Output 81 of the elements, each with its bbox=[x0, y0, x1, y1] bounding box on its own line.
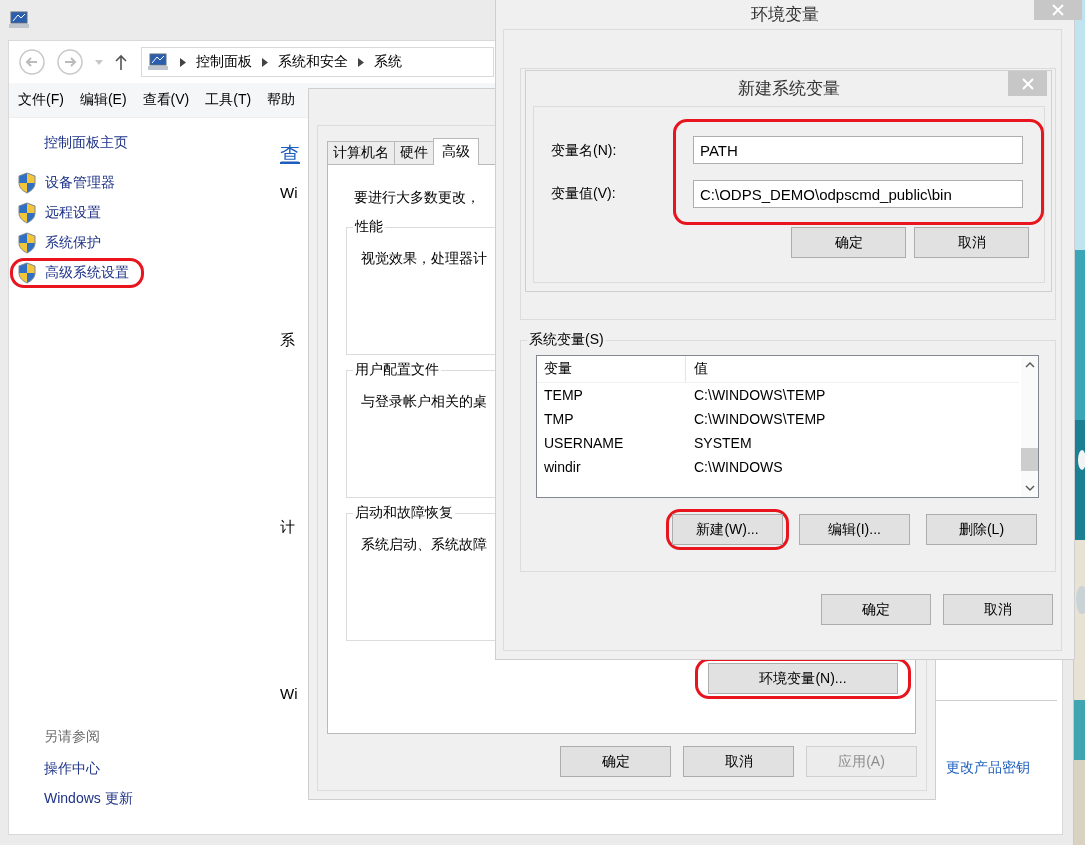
dropdown-caret-icon[interactable] bbox=[95, 59, 103, 65]
field-label: 变量值(V): bbox=[551, 184, 617, 203]
breadcrumb-item[interactable]: 系统 bbox=[374, 53, 402, 71]
close-button[interactable] bbox=[1034, 0, 1082, 20]
sidebar-link[interactable]: 远程设置 bbox=[45, 204, 101, 222]
product-key-link[interactable]: 更改产品密钥 bbox=[946, 759, 1030, 777]
group-description: 系统启动、系统故障 bbox=[361, 536, 487, 554]
column-header[interactable]: 值 bbox=[686, 360, 708, 378]
close-icon bbox=[1052, 4, 1064, 16]
scrollbar-thumb[interactable] bbox=[1021, 448, 1038, 471]
group-title: 用户配置文件 bbox=[353, 361, 441, 379]
sidebar-link[interactable]: 控制面板主页 bbox=[44, 134, 128, 152]
group-title: 系统变量(S) bbox=[527, 331, 606, 349]
scrollbar[interactable] bbox=[1021, 356, 1038, 497]
dialog-button[interactable]: 取消 bbox=[914, 227, 1029, 258]
sidebar-link[interactable]: 系统保护 bbox=[45, 234, 101, 252]
table-cell-text: TMP bbox=[543, 411, 575, 427]
window-title: 环境变量 bbox=[751, 4, 819, 26]
sidebar-link[interactable]: Windows 更新 bbox=[44, 790, 133, 808]
group-description: 视觉效果，处理器计 bbox=[361, 250, 487, 268]
table-cell-text: SYSTEM bbox=[693, 435, 752, 451]
shield-icon bbox=[17, 262, 37, 284]
table-cell-text: TEMP bbox=[543, 387, 584, 403]
table-cell-text: windir bbox=[543, 459, 582, 475]
chevron-icon bbox=[358, 57, 364, 67]
dialog-button[interactable]: 取消 bbox=[943, 594, 1053, 625]
scroll-up-icon[interactable] bbox=[1024, 362, 1035, 368]
body-text: 系 bbox=[280, 331, 295, 350]
up-arrow-icon[interactable] bbox=[115, 54, 127, 70]
breadcrumb-item[interactable]: 系统和安全 bbox=[278, 53, 348, 71]
menu-item[interactable]: 查看(V) bbox=[142, 89, 190, 111]
scroll-down-icon[interactable] bbox=[1024, 485, 1035, 491]
chevron-icon bbox=[262, 57, 268, 67]
body-text: Wi bbox=[280, 184, 298, 201]
sidebar-link[interactable]: 高级系统设置 bbox=[45, 264, 129, 282]
table-cell-text: USERNAME bbox=[543, 435, 625, 451]
tab[interactable]: 高级 bbox=[433, 138, 479, 165]
column-header[interactable]: 变量 bbox=[537, 356, 686, 382]
table-cell-text: C:\WINDOWS bbox=[693, 459, 783, 475]
table-cell-text: C:\WINDOWS\TEMP bbox=[693, 387, 826, 403]
tab[interactable]: 计算机名 bbox=[327, 141, 395, 164]
menu-item[interactable]: 编辑(E) bbox=[79, 89, 127, 111]
instruction-text: 要进行大多数更改， bbox=[354, 189, 480, 207]
breadcrumb-item[interactable]: 控制面板 bbox=[196, 53, 252, 71]
close-icon bbox=[1021, 77, 1034, 90]
computer-icon bbox=[9, 11, 31, 29]
section-heading: 另请参阅 bbox=[44, 728, 100, 746]
table-cell-text: C:\WINDOWS\TEMP bbox=[693, 411, 826, 427]
computer-icon bbox=[148, 53, 170, 71]
dialog-button[interactable]: 新建(W)... bbox=[672, 514, 783, 545]
dialog-button[interactable]: 删除(L) bbox=[926, 514, 1037, 545]
group-title: 性能 bbox=[353, 218, 385, 236]
field-label: 变量名(N): bbox=[551, 141, 618, 160]
tab[interactable]: 硬件 bbox=[394, 141, 434, 164]
dialog-button[interactable]: 取消 bbox=[683, 746, 794, 777]
dialog-button[interactable]: 确定 bbox=[560, 746, 671, 777]
dialog-title: 新建系统变量 bbox=[737, 78, 840, 100]
menu-item[interactable]: 文件(F) bbox=[18, 89, 64, 111]
sidebar-link[interactable]: 操作中心 bbox=[44, 760, 100, 778]
chevron-icon bbox=[180, 57, 186, 67]
forward-button[interactable] bbox=[57, 49, 83, 75]
address-bar[interactable]: 控制面板 系统和安全 系统 bbox=[141, 47, 494, 77]
back-button[interactable] bbox=[19, 49, 45, 75]
input-field[interactable]: C:\ODPS_DEMO\odpscmd_public\bin bbox=[693, 180, 1023, 208]
dialog-button[interactable]: 编辑(I)... bbox=[799, 514, 910, 545]
shield-icon bbox=[17, 232, 37, 254]
group-description: 与登录帐户相关的桌 bbox=[361, 393, 487, 411]
dialog-button[interactable]: 确定 bbox=[821, 594, 931, 625]
menu-item[interactable]: 帮助 bbox=[267, 89, 296, 111]
shield-icon bbox=[17, 172, 37, 194]
input-field[interactable]: PATH bbox=[693, 136, 1023, 164]
close-button[interactable] bbox=[1008, 71, 1047, 96]
heading-link[interactable]: 查 bbox=[280, 141, 300, 168]
environment-variables-button[interactable]: 环境变量(N)... bbox=[708, 663, 898, 694]
menu-item[interactable]: 工具(T) bbox=[205, 89, 252, 111]
group-title: 启动和故障恢复 bbox=[353, 504, 455, 522]
body-text: Wi bbox=[280, 685, 298, 702]
shield-icon bbox=[17, 202, 37, 224]
sidebar-link[interactable]: 设备管理器 bbox=[45, 174, 115, 192]
body-text: 计 bbox=[280, 518, 295, 537]
dialog-button[interactable]: 确定 bbox=[791, 227, 906, 258]
